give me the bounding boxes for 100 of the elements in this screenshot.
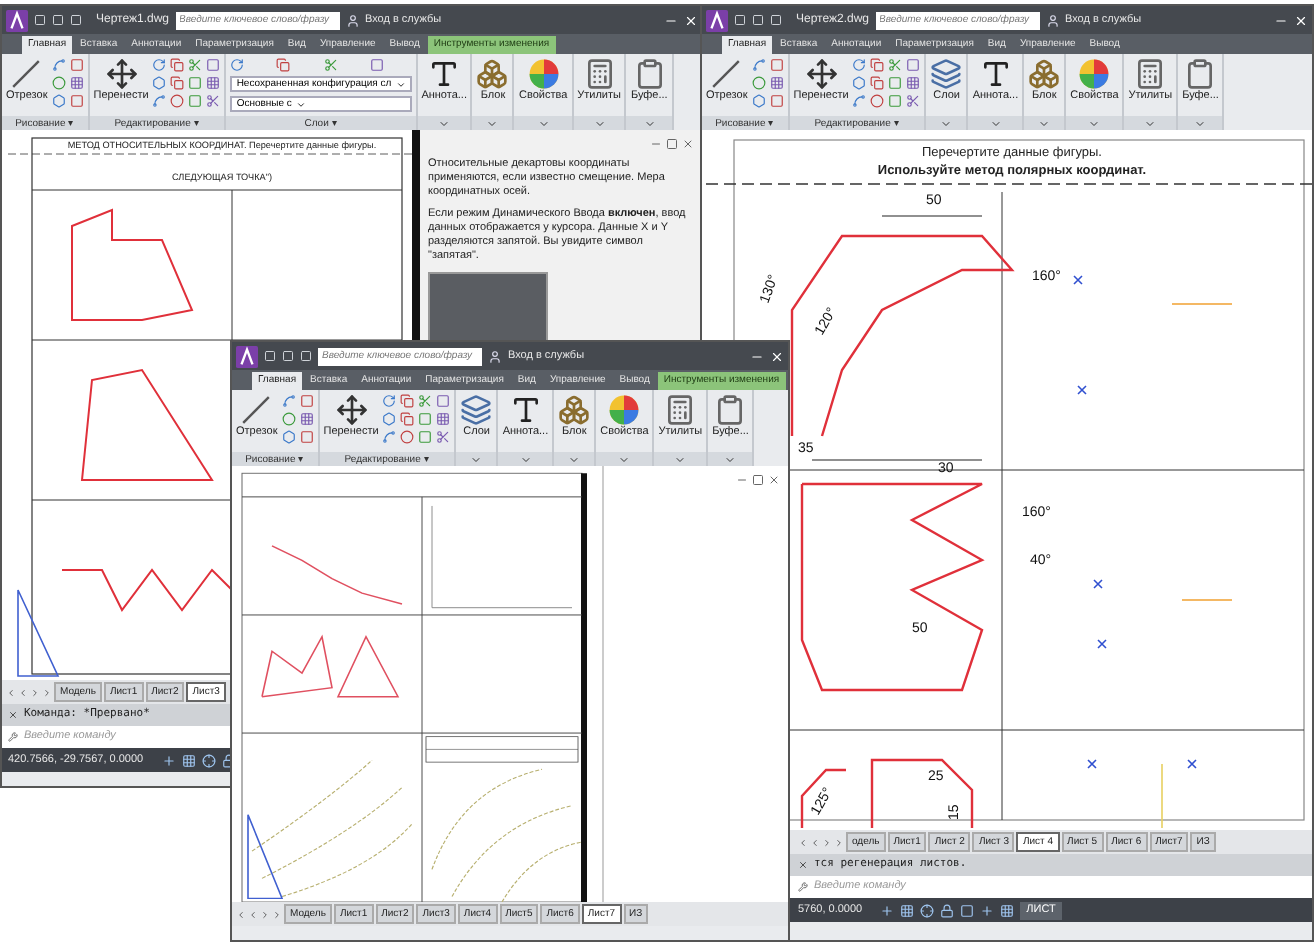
status-toggle-icon[interactable] — [900, 903, 915, 917]
panel-expand-icon[interactable] — [1144, 117, 1157, 129]
line-icon — [10, 58, 43, 90]
move-arrows-icon — [805, 58, 838, 90]
block-icon — [558, 394, 591, 426]
tool-icon[interactable] — [230, 58, 245, 72]
close-icon[interactable] — [768, 474, 780, 486]
point-marker — [1073, 275, 1083, 285]
tool-icon[interactable] — [852, 94, 867, 108]
panel-expand-icon[interactable] — [593, 117, 606, 129]
wrench-icon — [8, 732, 18, 742]
text-icon — [428, 58, 461, 90]
tool-icon[interactable] — [400, 394, 415, 408]
tool-icon[interactable] — [323, 58, 337, 72]
tool-icon[interactable] — [382, 430, 397, 444]
status-toggle-icon[interactable] — [920, 903, 935, 917]
caret-icon — [295, 99, 306, 109]
status-toggle-icon[interactable] — [960, 903, 975, 917]
tool-icon[interactable] — [170, 76, 185, 90]
tool-icon[interactable] — [418, 394, 433, 408]
status-toggle-icon[interactable] — [161, 753, 176, 767]
tool-icon[interactable] — [51, 58, 66, 72]
status-toggle-icon[interactable] — [181, 753, 196, 767]
figure-outline — [336, 635, 400, 698]
construction-line — [1161, 763, 1163, 829]
tool-icon[interactable] — [281, 430, 296, 444]
tool-icon[interactable] — [888, 58, 903, 72]
panel-expand-icon[interactable] — [1194, 117, 1207, 129]
move-arrows-icon — [105, 58, 138, 90]
tool-icon[interactable] — [400, 412, 415, 426]
tool-icon[interactable] — [906, 94, 921, 108]
status-toggle-icon[interactable] — [201, 753, 216, 767]
panel-expand-icon[interactable] — [989, 117, 1002, 129]
point-marker — [1087, 759, 1097, 769]
status-toggle-icon[interactable] — [940, 903, 955, 917]
tool-icon[interactable] — [299, 412, 314, 426]
close-icon[interactable] — [682, 138, 694, 150]
minimize-icon[interactable] — [650, 138, 662, 150]
tool-icon[interactable] — [436, 412, 451, 426]
ucs-icon — [247, 814, 284, 900]
tool-icon[interactable] — [152, 76, 167, 90]
tool-icon[interactable] — [751, 94, 766, 108]
tool-icon[interactable] — [382, 412, 397, 426]
user-icon — [1045, 13, 1060, 27]
maximize-icon[interactable] — [752, 474, 764, 486]
minimize-icon[interactable] — [736, 474, 748, 486]
plot-line — [271, 545, 403, 605]
point-marker — [1097, 639, 1107, 649]
point-marker — [1093, 579, 1103, 589]
panel-expand-icon[interactable] — [1088, 117, 1101, 129]
caret-icon — [395, 79, 406, 89]
panel-expand-icon[interactable] — [724, 453, 737, 465]
app-logo-icon[interactable] — [236, 345, 258, 367]
panel-expand-icon[interactable] — [940, 117, 953, 129]
panel-expand-icon[interactable] — [1038, 117, 1051, 129]
tool-icon[interactable] — [152, 58, 167, 72]
tool-icon[interactable] — [769, 76, 784, 90]
tool-icon[interactable] — [852, 58, 867, 72]
tool-icon[interactable] — [369, 58, 384, 72]
panel-expand-icon[interactable] — [643, 117, 656, 129]
app-logo-icon[interactable] — [706, 9, 728, 31]
text-icon — [509, 394, 542, 426]
tool-icon[interactable] — [188, 58, 203, 72]
construction-line — [1181, 599, 1233, 601]
tool-icon[interactable] — [870, 58, 885, 72]
tool-icon[interactable] — [152, 94, 167, 108]
tool-icon[interactable] — [382, 394, 397, 408]
clipboard-icon — [633, 58, 666, 90]
tool-icon[interactable] — [206, 76, 221, 90]
clipboard-icon — [1184, 58, 1217, 90]
maximize-icon[interactable] — [666, 138, 678, 150]
panel-expand-icon[interactable] — [618, 453, 631, 465]
tool-icon[interactable] — [170, 58, 185, 72]
panel-expand-icon[interactable] — [519, 453, 532, 465]
panel-expand-icon[interactable] — [674, 453, 687, 465]
tool-icon[interactable] — [751, 58, 766, 72]
figure-outline — [80, 368, 214, 481]
status-toggle-icon[interactable] — [980, 903, 995, 917]
tool-icon[interactable] — [852, 76, 867, 90]
tool-icon[interactable] — [436, 430, 451, 444]
app-logo-icon[interactable] — [6, 9, 28, 31]
color-wheel-icon — [608, 394, 641, 426]
tool-icon[interactable] — [69, 76, 84, 90]
tool-icon[interactable] — [281, 394, 296, 408]
status-toggle-icon[interactable] — [880, 903, 895, 917]
panel-expand-icon[interactable] — [537, 117, 550, 129]
panel-expand-icon[interactable] — [438, 117, 451, 129]
panel-expand-icon[interactable] — [568, 453, 581, 465]
clipboard-icon — [714, 394, 747, 426]
construction-line — [1171, 303, 1233, 305]
tool-icon[interactable] — [206, 94, 221, 108]
tool-icon[interactable] — [51, 94, 66, 108]
layers-icon — [930, 58, 963, 90]
tool-icon[interactable] — [906, 76, 921, 90]
point-marker — [1077, 385, 1087, 395]
tool-icon[interactable] — [276, 58, 291, 72]
tool-icon[interactable] — [870, 76, 885, 90]
panel-expand-icon[interactable] — [486, 117, 499, 129]
panel-expand-icon[interactable] — [470, 453, 483, 465]
status-toggle-icon[interactable] — [1000, 903, 1015, 917]
